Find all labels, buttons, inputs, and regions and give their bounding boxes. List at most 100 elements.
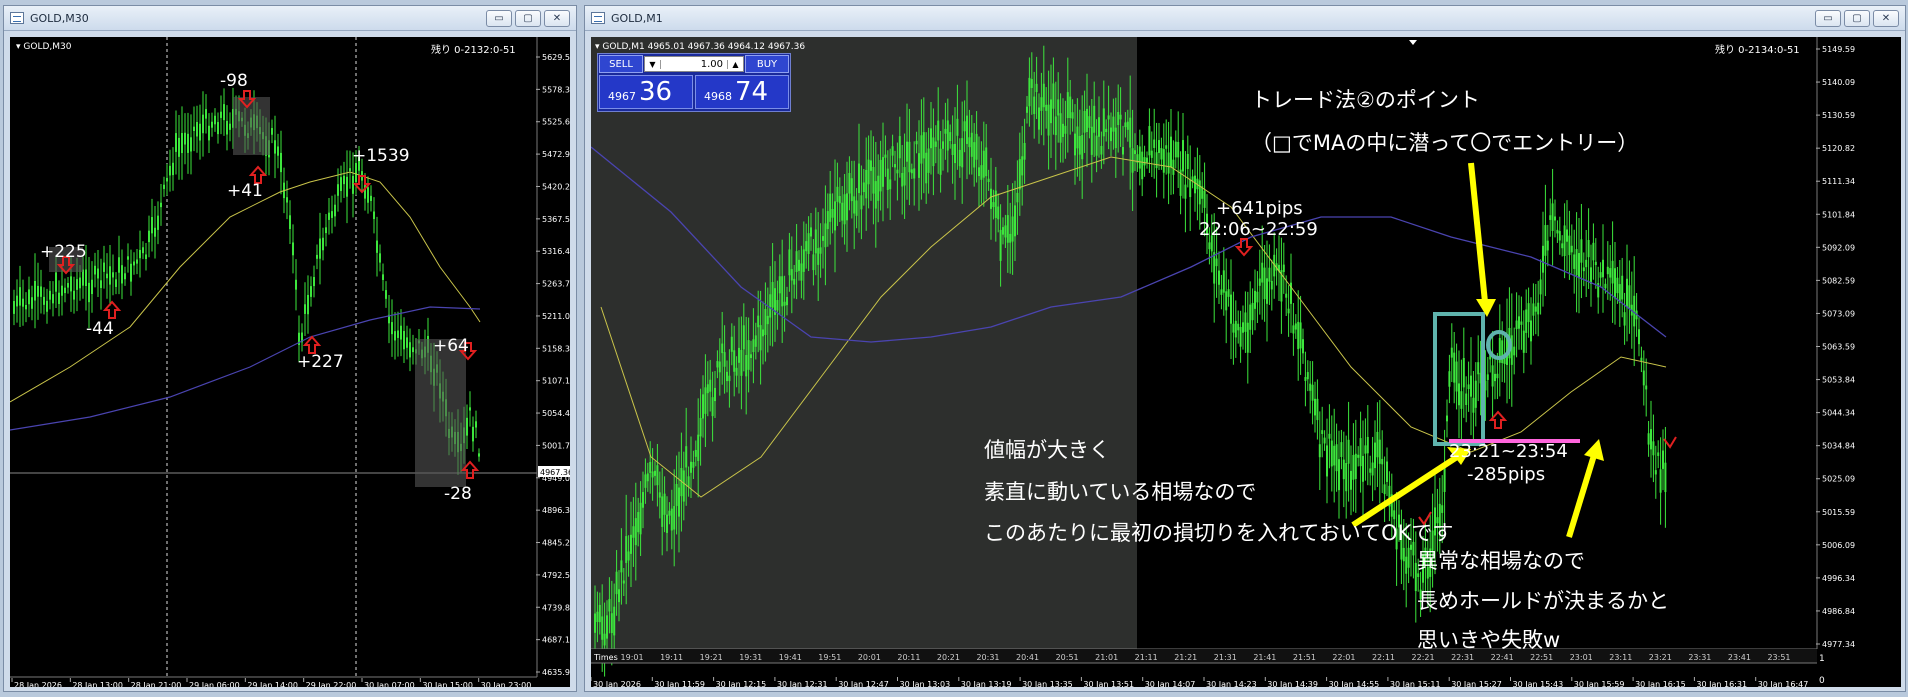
maximize-button[interactable]: ▢ [1844,9,1870,27]
times-tick-label: 20:31 [976,653,999,662]
time-tick-label: 30 Jan 15:27 [1451,680,1502,687]
lot-increase-icon[interactable]: ▲ [727,59,743,69]
price-tick-label: 4977.34 [1822,640,1855,649]
buy-price-button[interactable]: 4968 74 [695,75,789,109]
minimize-button[interactable]: ▭ [1815,9,1841,27]
sell-button[interactable]: SELL [599,55,643,73]
right-time-axis: 30 Jan 2026 30 Jan 11:59 30 Jan 12:15 30 Ja… [591,677,1808,687]
lot-size-field[interactable]: ▼ 1.00 ▲ [644,56,744,72]
chart-window-icon [591,12,605,24]
right-note2-line2: 長めホールドが決まるかと [1417,589,1669,613]
right-title-line1: トレード法②のポイント [1251,88,1480,112]
times-tick-label: 19:41 [779,653,802,662]
price-tick-label: 5158.30 [542,344,570,353]
left-chart-window[interactable]: GOLD,M30 ▭ ▢ ✕ 5629.50 5578.35 5525.65 5472… [3,5,577,692]
right-axis-one: 1 [1819,654,1825,664]
time-tick-label: 30 Jan 15:00 [422,681,473,687]
price-tick-label: 5263.70 [542,280,570,289]
left-chart-canvas[interactable]: 5629.50 5578.35 5525.65 5472.95 5420.25 5367.… [10,37,570,687]
price-tick-label: 5472.95 [542,150,570,159]
buy-button[interactable]: BUY [745,55,789,73]
price-tick-label: 4986.84 [1822,607,1855,616]
times-tick-label: 21:01 [1095,653,1118,662]
price-tick-label: 5063.59 [1822,343,1855,352]
lot-size-value[interactable]: 1.00 [661,59,727,70]
price-tick-label: 4845.20 [542,539,570,548]
right-window-title: GOLD,M1 [611,11,663,25]
left-annotation-minus44: -44 [86,319,114,339]
right-note2-line1: 異常な相場なので [1417,549,1585,573]
left-annotation-plus225: +225 [40,242,87,262]
times-tick-label: 21:31 [1214,653,1237,662]
times-tick-label: 21:41 [1253,653,1276,662]
price-tick-label: 4635.95 [542,668,570,677]
times-tick-label: 20:41 [1016,653,1039,662]
times-tick-label: 19:21 [700,653,723,662]
left-window-title: GOLD,M30 [30,11,89,25]
times-tick-label: 20:11 [897,653,920,662]
time-tick-label: 30 Jan 15:43 [1513,680,1564,687]
times-tick-label: 23:21 [1649,653,1672,662]
price-tick-label: 5130.59 [1822,111,1855,120]
price-tick-label: 5001.75 [542,441,570,450]
price-tick-label: 4687.10 [542,636,570,645]
right-chart-svg: 5149.59 5140.09 5130.59 5120.82 5111.34 5101.… [591,37,1901,687]
time-tick-label: 30 Jan 07:00 [364,681,415,687]
times-tick-label: 21:11 [1135,653,1158,662]
down-arrow-icon [1234,238,1254,257]
price-tick-label: 5629.50 [542,53,570,62]
price-tick-label: 5025.09 [1822,475,1855,484]
times-tick-label: 19:51 [818,653,841,662]
right-shift-marker [1409,40,1417,45]
time-tick-label: 30 Jan 23:00 [481,681,532,687]
chart-window-icon [10,12,24,24]
maximize-button[interactable]: ▢ [515,9,541,27]
left-chart-svg: 5629.50 5578.35 5525.65 5472.95 5420.25 5367.… [10,37,570,687]
left-zone-box-2 [233,97,270,155]
time-tick-label: 30 Jan 12:47 [838,680,889,687]
left-chart-label: ▾ GOLD,M30 [16,42,72,52]
price-tick-label: 5044.34 [1822,409,1855,418]
left-annotation-plus1539: +1539 [352,146,410,166]
time-tick-label: 30 Jan 16:47 [1758,680,1809,687]
price-tick-label: 5525.65 [542,118,570,127]
price-tick-label: 5053.84 [1822,376,1855,385]
times-tick-label: 22:21 [1412,653,1435,662]
sell-price-button[interactable]: 4967 36 [599,75,693,109]
close-button[interactable]: ✕ [1873,9,1899,27]
time-tick-label: 30 Jan 13:51 [1083,680,1134,687]
time-tick-label: 30 Jan 15:59 [1574,680,1625,687]
minimize-button[interactable]: ▭ [486,9,512,27]
right-window-titlebar[interactable]: GOLD,M1 ▭ ▢ ✕ [585,6,1905,31]
right-chart-canvas[interactable]: 5149.59 5140.09 5130.59 5120.82 5111.34 5101.… [591,37,1901,687]
right-time-range-1: 22:06~22:59 [1199,219,1318,240]
one-click-trade-panel[interactable]: SELL ▼ 1.00 ▲ BUY 4967 36 4968 74 [597,53,791,112]
times-tick-label: 22:11 [1372,653,1395,662]
price-tick-label: 5082.59 [1822,276,1855,285]
right-title-line2: （□でMAの中に潜って〇でエントリー） [1251,131,1638,155]
time-tick-label: 30 Jan 14:07 [1145,680,1196,687]
times-tick-label: 22:51 [1530,653,1553,662]
time-tick-label: 30 Jan 11:59 [654,680,705,687]
price-tick-label: 5101.84 [1822,210,1855,219]
lot-decrease-icon[interactable]: ▼ [645,59,661,69]
left-window-titlebar[interactable]: GOLD,M30 ▭ ▢ ✕ [4,6,576,31]
price-tick-label: 4792.50 [542,571,570,580]
price-tick-label: 5149.59 [1822,45,1855,54]
close-button[interactable]: ✕ [544,9,570,27]
price-tick-label: 5316.40 [542,247,570,256]
price-tick-label: 5120.82 [1822,144,1855,153]
time-tick-label: 30 Jan 14:39 [1267,680,1318,687]
price-tick-label: 5092.09 [1822,243,1855,252]
times-tick-label: 21:51 [1293,653,1316,662]
right-countdown: 残り 0-2134:0-51 [1715,43,1800,56]
left-annotation-minus28: -28 [444,484,472,504]
up-arrow-icon [102,300,122,319]
right-note1-line2: 素直に動いている相場なので [984,480,1256,504]
times-tick-label: 22:31 [1451,653,1474,662]
up-arrow-icon [302,335,322,354]
times-tick-label: 19:11 [660,653,683,662]
price-tick-label: 5211.00 [542,312,570,321]
price-tick-label: 5015.59 [1822,508,1855,517]
price-tick-label: 5034.84 [1822,442,1855,451]
